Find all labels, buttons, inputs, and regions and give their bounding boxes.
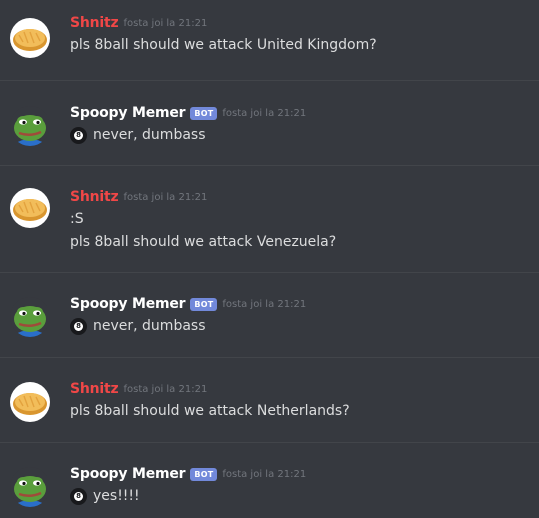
bot-tag: BOT — [190, 467, 218, 481]
user-avatar[interactable] — [10, 188, 50, 228]
message-text: pls 8ball should we attack Netherlands? — [70, 403, 350, 419]
8ball-icon: 8 — [70, 488, 87, 505]
message-text: pls 8ball should we attack United Kingdo… — [70, 37, 377, 53]
author-name[interactable]: Spoopy Memer — [70, 105, 186, 121]
user-avatar[interactable] — [10, 382, 50, 422]
author-name[interactable]: Shnitz — [70, 381, 119, 397]
bread-avatar-icon — [10, 382, 50, 422]
message-feed: Shnitz fosta joi la 21:21 pls 8ball shou… — [0, 0, 539, 518]
message-group: Shnitz fosta joi la 21:21 pls 8ball shou… — [0, 378, 539, 423]
timestamp: fosta joi la 21:21 — [123, 383, 208, 395]
message-text: :S — [70, 211, 84, 227]
user-avatar[interactable] — [10, 18, 50, 58]
message-group: Spoopy Memer BOT fosta joi la 21:21 8 ne… — [0, 102, 539, 147]
message-text: 8 never, dumbass — [70, 315, 527, 338]
message-divider — [0, 80, 539, 81]
bot-tag: BOT — [190, 297, 218, 311]
message-group: Shnitz fosta joi la 21:21 pls 8ball shou… — [0, 12, 539, 58]
timestamp: fosta joi la 21:21 — [123, 191, 208, 203]
pepe-frog-avatar-icon — [10, 467, 50, 507]
message-text: 8 yes!!!! — [70, 485, 527, 508]
pepe-frog-avatar-icon — [10, 297, 50, 337]
author-name[interactable]: Spoopy Memer — [70, 296, 186, 312]
8ball-icon: 8 — [70, 127, 87, 144]
8ball-icon: 8 — [70, 318, 87, 335]
author-name[interactable]: Shnitz — [70, 15, 119, 31]
author-name[interactable]: Shnitz — [70, 189, 119, 205]
message-divider — [0, 357, 539, 358]
message-group: Shnitz fosta joi la 21:21 :S pls 8ball s… — [0, 186, 539, 254]
pepe-frog-avatar-icon — [10, 106, 50, 146]
author-name[interactable]: Spoopy Memer — [70, 466, 186, 482]
timestamp: fosta joi la 21:21 — [222, 468, 307, 480]
bot-avatar[interactable] — [10, 467, 50, 507]
timestamp: fosta joi la 21:21 — [222, 298, 307, 310]
message-line: never, dumbass — [93, 127, 206, 143]
bot-avatar[interactable] — [10, 297, 50, 337]
bread-avatar-icon — [10, 18, 50, 58]
message-divider — [0, 442, 539, 443]
bread-avatar-icon — [10, 188, 50, 228]
timestamp: fosta joi la 21:21 — [222, 107, 307, 119]
message-text: 8 never, dumbass — [70, 124, 527, 147]
message-divider — [0, 272, 539, 273]
message-group: Spoopy Memer BOT fosta joi la 21:21 8 ne… — [0, 293, 539, 338]
message-group: Spoopy Memer BOT fosta joi la 21:21 8 ye… — [0, 463, 539, 508]
bot-tag: BOT — [190, 106, 218, 120]
message-line: never, dumbass — [93, 318, 206, 334]
message-text: pls 8ball should we attack Venezuela? — [70, 234, 337, 250]
message-divider — [0, 165, 539, 166]
timestamp: fosta joi la 21:21 — [123, 17, 208, 29]
message-line: yes!!!! — [93, 488, 140, 504]
bot-avatar[interactable] — [10, 106, 50, 146]
